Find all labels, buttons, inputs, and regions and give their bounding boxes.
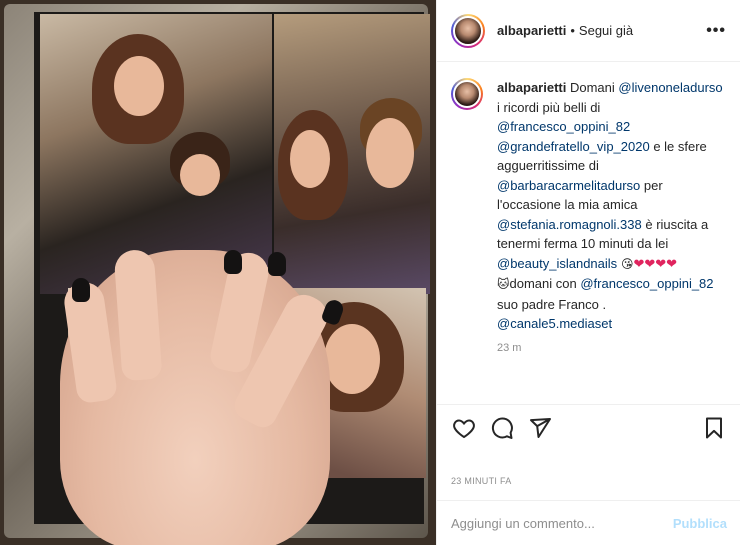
publish-button[interactable]: Pubblica [673, 516, 727, 531]
post-header: albaparietti • Segui già ••• [437, 0, 740, 62]
caption-text: albaparietti Domani @livenoneladurso i r… [497, 78, 723, 334]
mention-link[interactable]: @beauty_islandnails [497, 256, 617, 271]
username-link[interactable]: albaparietti [497, 23, 566, 38]
comments-area: albaparietti Domani @livenoneladurso i r… [437, 62, 740, 403]
nail [224, 250, 242, 274]
photo-print-2 [274, 14, 430, 294]
heart-emojis: ❤❤❤❤ [633, 256, 678, 272]
posted-time[interactable]: 23 MINUTI FA [451, 476, 512, 486]
bookmark-icon[interactable] [701, 415, 727, 441]
following-button[interactable]: Segui già [579, 23, 633, 38]
comment-icon[interactable] [489, 415, 515, 441]
avatar[interactable] [451, 78, 483, 110]
mention-link[interactable]: @livenoneladurso [618, 80, 722, 95]
comment-input[interactable] [451, 515, 673, 531]
mention-link[interactable]: @barbaracarmelitadurso [497, 178, 640, 193]
nail [268, 252, 286, 276]
action-bar [437, 404, 740, 450]
caption-time[interactable]: 23 m [497, 342, 726, 354]
caption-segment: domani con [509, 276, 581, 291]
cat-emoji: 🐱 [497, 277, 510, 291]
more-icon[interactable]: ••• [706, 22, 726, 40]
add-comment-bar: Pubblica [437, 500, 740, 545]
mention-link[interactable]: @stefania.romagnoli.338 [497, 217, 642, 232]
heart-icon[interactable] [451, 415, 477, 441]
post-photo[interactable] [0, 0, 436, 545]
mention-link[interactable]: @francesco_oppini_82 [580, 276, 713, 291]
share-icon[interactable] [527, 415, 553, 441]
caption-comment: albaparietti Domani @livenoneladurso i r… [451, 78, 726, 334]
mention-link[interactable]: @canale5.mediaset [497, 316, 612, 331]
caption-segment: i ricordi più belli di [497, 99, 601, 115]
mention-link[interactable]: @francesco_oppini_82 [497, 119, 630, 134]
post-sidebar: albaparietti • Segui già ••• albapariett… [436, 0, 740, 545]
nail [72, 278, 90, 302]
separator-dot: • [570, 23, 575, 38]
avatar[interactable] [451, 13, 485, 48]
mention-link[interactable]: @grandefratello_vip_2020 [497, 139, 650, 154]
caption-segment: suo padre Franco . [497, 296, 607, 312]
caption-username[interactable]: albaparietti [497, 80, 566, 95]
caption-segment: Domani [566, 80, 619, 95]
kiss-emoji: 😘 [617, 256, 634, 271]
